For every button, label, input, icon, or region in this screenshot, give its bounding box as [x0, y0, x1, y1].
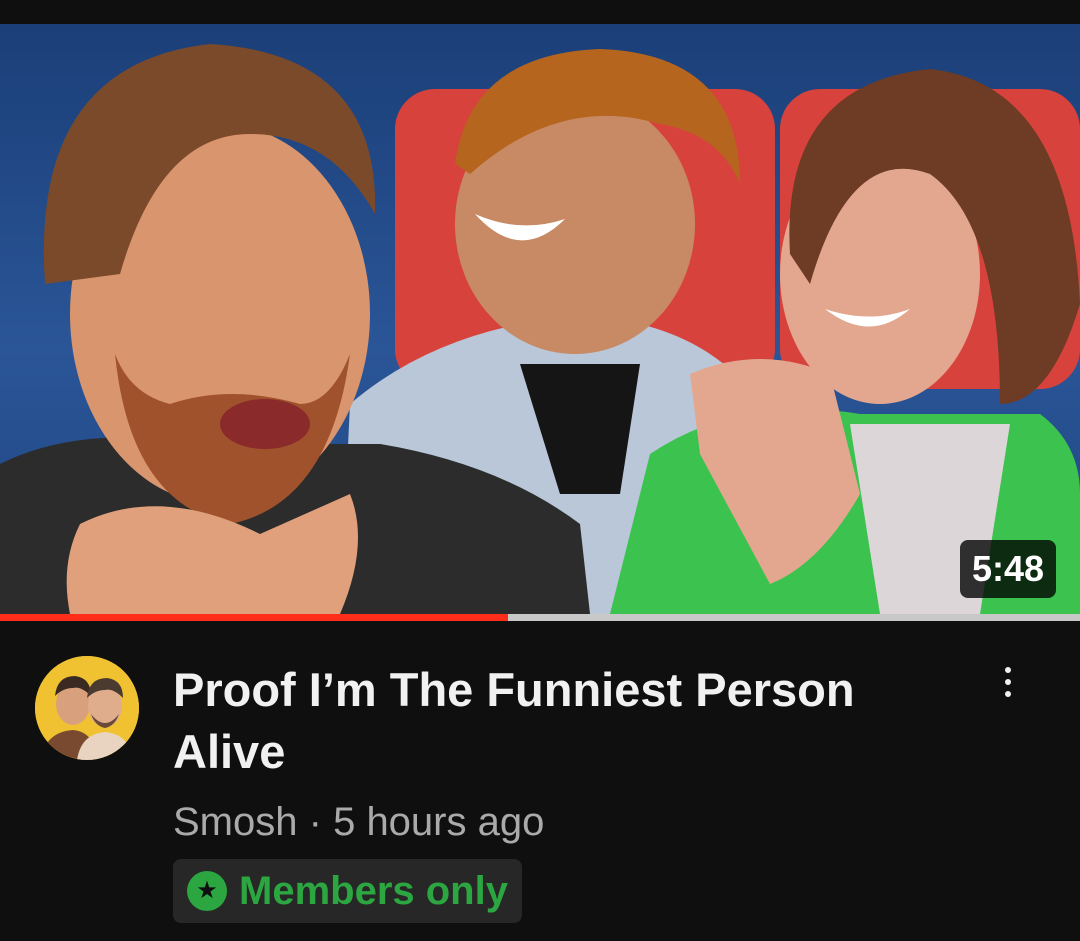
kebab-menu-icon[interactable]: [985, 659, 1031, 705]
members-only-badge: ★ Members only: [173, 859, 522, 923]
channel-name[interactable]: Smosh: [173, 800, 298, 844]
video-details[interactable]: Proof I’m The Funniest Person Alive Smos…: [0, 621, 1080, 941]
watch-progress-fill: [0, 614, 508, 621]
watch-progress-bar: [0, 614, 1080, 621]
status-bar-strip: [0, 0, 1080, 24]
channel-avatar[interactable]: [35, 656, 139, 760]
video-thumbnail[interactable]: 5:48: [0, 24, 1080, 614]
kebab-dot: [1005, 667, 1011, 673]
kebab-dot: [1005, 679, 1011, 685]
kebab-dot: [1005, 691, 1011, 697]
published-time: 5 hours ago: [333, 800, 545, 844]
duration-badge: 5:48: [959, 540, 1056, 598]
meta-separator: ·: [308, 800, 322, 844]
video-subline: Smosh · 5 hours ago: [173, 797, 544, 847]
badge-label: Members only: [239, 869, 508, 913]
open-mouth: [220, 399, 310, 449]
star-circle-icon: ★: [187, 871, 227, 911]
thumbnail-artwork: [0, 44, 1080, 614]
avatar-artwork: [35, 656, 139, 760]
video-title[interactable]: Proof I’m The Funniest Person Alive: [173, 659, 953, 783]
